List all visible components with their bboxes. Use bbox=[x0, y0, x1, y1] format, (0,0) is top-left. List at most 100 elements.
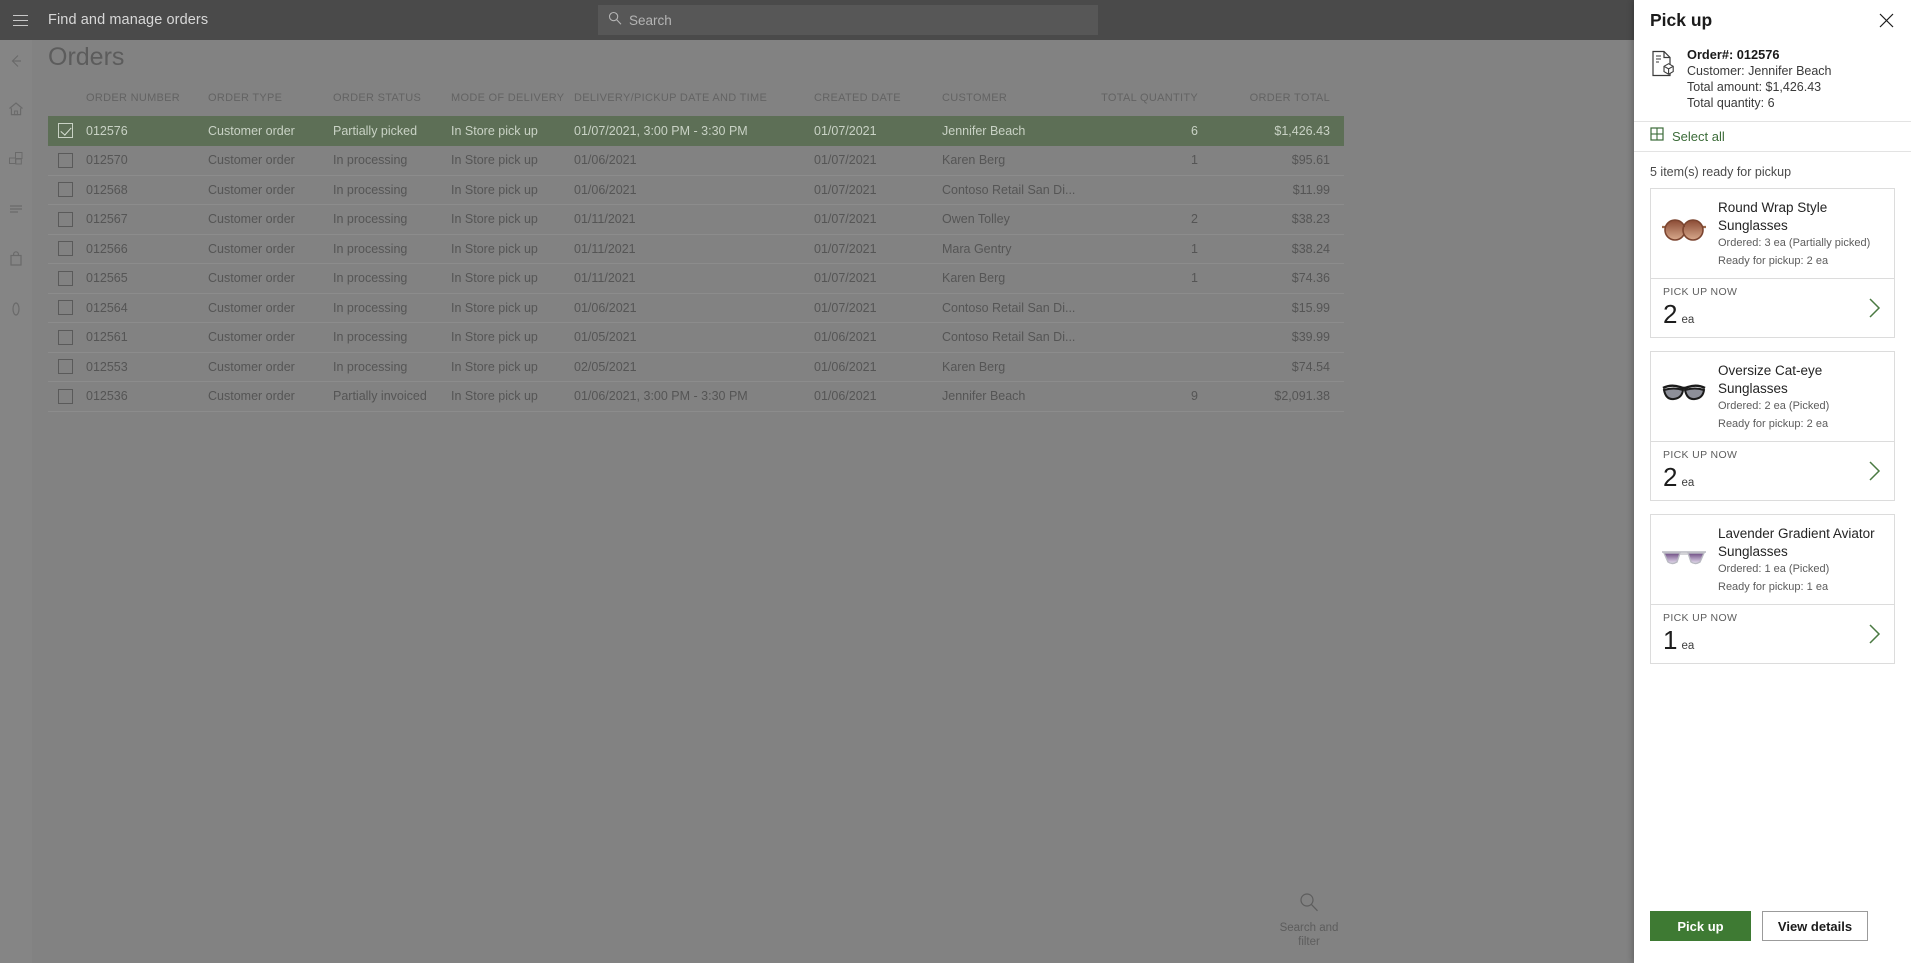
pick-up-button[interactable]: Pick up bbox=[1650, 911, 1751, 941]
header-total-quantity[interactable]: TOTAL QUANTITY bbox=[1090, 92, 1212, 116]
cell-mode-of-delivery: In Store pick up bbox=[451, 234, 574, 264]
cell-order-status: In processing bbox=[333, 263, 451, 294]
cell-order-status: Partially picked bbox=[333, 116, 451, 146]
row-checkbox[interactable] bbox=[58, 270, 73, 286]
row-checkbox[interactable] bbox=[58, 152, 73, 168]
cell-delivery-datetime: 01/05/2021 bbox=[574, 322, 814, 353]
cell-order-number: 012536 bbox=[86, 381, 208, 412]
row-checkbox-cell[interactable] bbox=[48, 175, 86, 205]
row-checkbox-cell[interactable] bbox=[48, 234, 86, 264]
cell-total-quantity: 1 bbox=[1090, 145, 1212, 176]
pick-up-now-row[interactable]: PICK UP NOW 2 ea bbox=[1651, 441, 1894, 500]
pickup-item-ready: Ready for pickup: 1 ea bbox=[1718, 580, 1829, 593]
pickup-item-card[interactable]: Lavender Gradient Aviator Sunglasses Orde… bbox=[1650, 514, 1895, 664]
cell-delivery-datetime: 01/06/2021 bbox=[574, 175, 814, 205]
cell-order-total: $2,091.38 bbox=[1212, 381, 1344, 412]
cat-eye-sunglasses-thumb bbox=[1658, 371, 1710, 417]
select-all-button[interactable]: Select all bbox=[1634, 121, 1911, 152]
header-order-total[interactable]: ORDER TOTAL bbox=[1212, 92, 1344, 116]
orders-table-body: 012576 Customer order Partially picked In S… bbox=[48, 116, 1344, 412]
row-checkbox-cell[interactable] bbox=[48, 263, 86, 294]
table-row[interactable]: 012570 Customer order In processing In Stor… bbox=[48, 145, 1344, 176]
row-checkbox[interactable] bbox=[58, 241, 73, 257]
cell-order-status: In processing bbox=[333, 234, 451, 264]
global-search-input[interactable]: Search bbox=[598, 5, 1098, 35]
table-row[interactable]: 012568 Customer order In processing In Stor… bbox=[48, 175, 1344, 205]
sidebar-item-numpad[interactable] bbox=[0, 291, 32, 327]
cell-order-type: Customer order bbox=[208, 234, 333, 264]
pickup-item-ordered: Ordered: 1 ea (Picked) bbox=[1718, 563, 1830, 575]
close-icon[interactable] bbox=[1873, 8, 1899, 34]
chevron-right-icon[interactable] bbox=[1867, 297, 1882, 328]
row-checkbox-cell[interactable] bbox=[48, 116, 86, 146]
cell-created-date: 01/07/2021 bbox=[814, 145, 942, 176]
row-checkbox[interactable] bbox=[58, 329, 73, 345]
table-row[interactable]: 012536 Customer order Partially invoiced In… bbox=[48, 381, 1344, 412]
row-checkbox[interactable] bbox=[58, 123, 73, 139]
sidebar-item-home[interactable] bbox=[0, 91, 32, 127]
pick-up-now-quantity[interactable]: 1 bbox=[1663, 625, 1677, 655]
table-row[interactable]: 012561 Customer order In processing In Stor… bbox=[48, 322, 1344, 353]
pickup-item-card[interactable]: Oversize Cat-eye Sunglasses Ordered: 2 ea… bbox=[1650, 351, 1895, 501]
search-filter-label-line2: filter bbox=[1298, 936, 1320, 948]
cell-created-date: 01/07/2021 bbox=[814, 175, 942, 205]
header-order-number[interactable]: ORDER NUMBER bbox=[86, 92, 208, 116]
search-and-filter-button[interactable]: Search and filter bbox=[1265, 891, 1353, 949]
search-placeholder: Search bbox=[629, 12, 672, 28]
row-checkbox[interactable] bbox=[58, 388, 73, 404]
cell-order-status: In processing bbox=[333, 145, 451, 176]
pick-up-now-quantity[interactable]: 2 bbox=[1663, 462, 1677, 492]
cell-order-type: Customer order bbox=[208, 145, 333, 176]
row-checkbox-cell[interactable] bbox=[48, 145, 86, 176]
cell-mode-of-delivery: In Store pick up bbox=[451, 116, 574, 146]
header-select-all[interactable] bbox=[48, 92, 86, 116]
header-delivery-datetime[interactable]: DELIVERY/PICKUP DATE AND TIME bbox=[574, 92, 814, 116]
table-row[interactable]: 012564 Customer order In processing In Stor… bbox=[48, 293, 1344, 323]
pick-up-now-row[interactable]: PICK UP NOW 1 ea bbox=[1651, 604, 1894, 663]
order-document-icon bbox=[1650, 50, 1676, 111]
pick-up-now-qty-group: PICK UP NOW 2 ea bbox=[1663, 449, 1867, 491]
pick-up-now-quantity[interactable]: 2 bbox=[1663, 299, 1677, 329]
row-checkbox[interactable] bbox=[58, 182, 73, 198]
header-order-status[interactable]: ORDER STATUS bbox=[333, 92, 451, 116]
pickup-item-card[interactable]: Round Wrap Style Sunglasses Ordered: 3 ea… bbox=[1650, 188, 1895, 338]
header-created-date[interactable]: CREATED DATE bbox=[814, 92, 942, 116]
cell-total-quantity bbox=[1090, 293, 1212, 323]
row-checkbox-cell[interactable] bbox=[48, 293, 86, 323]
chevron-right-icon[interactable] bbox=[1867, 623, 1882, 654]
pick-up-now-row[interactable]: PICK UP NOW 2 ea bbox=[1651, 278, 1894, 337]
view-details-button[interactable]: View details bbox=[1762, 911, 1868, 941]
hamburger-menu-icon[interactable] bbox=[0, 0, 40, 40]
cell-order-number: 012553 bbox=[86, 352, 208, 382]
table-row[interactable]: 012565 Customer order In processing In Stor… bbox=[48, 263, 1344, 294]
row-checkbox[interactable] bbox=[58, 300, 73, 316]
pickup-panel: Pick up Order#: 012576 Customer: Jennife… bbox=[1634, 0, 1911, 963]
row-checkbox[interactable] bbox=[58, 211, 73, 227]
row-checkbox-cell[interactable] bbox=[48, 322, 86, 353]
cell-order-number: 012576 bbox=[86, 116, 208, 146]
back-arrow-icon[interactable] bbox=[0, 43, 32, 79]
header-customer[interactable]: CUSTOMER bbox=[942, 92, 1090, 116]
row-checkbox[interactable] bbox=[58, 359, 73, 375]
table-row[interactable]: 012576 Customer order Partially picked In S… bbox=[48, 116, 1344, 146]
cell-mode-of-delivery: In Store pick up bbox=[451, 293, 574, 323]
table-row[interactable]: 012566 Customer order In processing In Stor… bbox=[48, 234, 1344, 264]
cell-delivery-datetime: 01/07/2021, 3:00 PM - 3:30 PM bbox=[574, 116, 814, 146]
header-mode-delivery[interactable]: MODE OF DELIVERY bbox=[451, 92, 574, 116]
pick-up-now-uom: ea bbox=[1681, 477, 1695, 489]
cell-delivery-datetime: 01/11/2021 bbox=[574, 263, 814, 294]
chevron-right-icon[interactable] bbox=[1867, 460, 1882, 491]
header-order-type[interactable]: ORDER TYPE bbox=[208, 92, 333, 116]
table-row[interactable]: 012553 Customer order In processing In Stor… bbox=[48, 352, 1344, 382]
sidebar-item-bag[interactable] bbox=[0, 241, 32, 277]
cell-customer: Karen Berg bbox=[942, 352, 1090, 382]
sidebar-item-list[interactable] bbox=[0, 191, 32, 227]
row-checkbox-cell[interactable] bbox=[48, 352, 86, 382]
table-row[interactable]: 012567 Customer order In processing In Stor… bbox=[48, 204, 1344, 235]
row-checkbox-cell[interactable] bbox=[48, 381, 86, 412]
cell-order-total: $74.36 bbox=[1212, 263, 1344, 294]
cell-total-quantity: 2 bbox=[1090, 204, 1212, 235]
order-total-quantity-label: Total quantity: 6 bbox=[1687, 96, 1775, 110]
row-checkbox-cell[interactable] bbox=[48, 204, 86, 235]
sidebar-item-products[interactable] bbox=[0, 141, 32, 177]
